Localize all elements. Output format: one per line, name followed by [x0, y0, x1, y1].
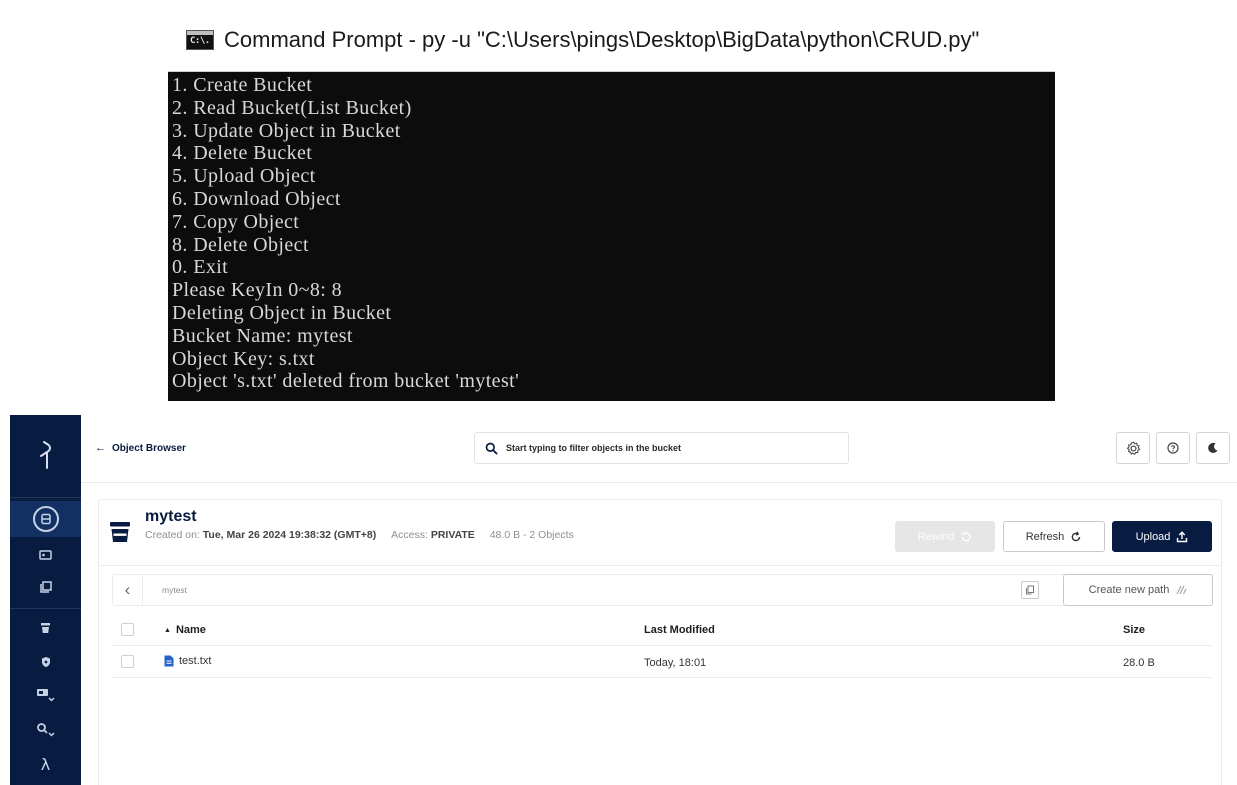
sort-ascending-icon: ▲ [164, 627, 171, 634]
command-prompt-window: C:\. Command Prompt - py -u "C:\Users\pi… [168, 9, 1055, 401]
created-value: Tue, Mar 26 2024 19:38:32 (GMT+8) [202, 529, 377, 541]
object-last-modified: Today, 18:01 [644, 657, 707, 669]
bucket-icon [110, 522, 130, 542]
table-row[interactable]: test.txt Today, 18:01 28.0 B [112, 646, 1212, 678]
path-back-button[interactable]: ‹ [113, 575, 143, 605]
console-line: 4. Delete Bucket [172, 142, 313, 165]
sidebar-item-identity[interactable] [10, 677, 81, 713]
rewind-button[interactable]: Rewind [895, 521, 995, 552]
sidebar-divider [10, 608, 81, 609]
created-label: Created on: [145, 529, 200, 541]
bucket-header: mytest Created on: Tue, Mar 26 2024 19:3… [99, 500, 1221, 566]
bucket-panel: mytest Created on: Tue, Mar 26 2024 19:3… [98, 499, 1222, 785]
object-size: 28.0 B [1123, 657, 1155, 669]
lambda-icon: λ [40, 754, 51, 774]
table-header-row: ▲ Name Last Modified Size [112, 614, 1212, 646]
cmd-icon-label: C:\. [190, 36, 210, 46]
console-line: Deleting Object in Bucket [172, 301, 392, 324]
object-name-cell[interactable]: test.txt [164, 655, 211, 667]
console-line: 5. Upload Object [172, 165, 316, 188]
access-label: Access: [391, 529, 428, 541]
rewind-label: Rewind [917, 530, 955, 543]
current-path: mytest [162, 585, 188, 595]
cmd-titlebar[interactable]: C:\. Command Prompt - py -u "C:\Users\pi… [168, 9, 1055, 72]
create-new-path-button[interactable]: Create new path [1063, 574, 1213, 606]
settings-button[interactable] [1116, 432, 1150, 464]
console-line: 2. Read Bucket(List Bucket) [172, 96, 412, 119]
select-all-checkbox[interactable] [121, 623, 134, 636]
top-bar: ← Object Browser [81, 415, 1237, 483]
upload-label: Upload [1135, 530, 1171, 543]
sidebar-item-monitoring[interactable] [10, 712, 81, 748]
console-line: 7. Copy Object [172, 210, 300, 233]
console-line: Please KeyIn 0~8: 8 [172, 279, 343, 302]
app-logo-icon[interactable] [10, 415, 81, 497]
object-browser-back-link[interactable]: ← Object Browser [95, 442, 186, 454]
upload-button[interactable]: Upload [1112, 521, 1212, 552]
sidebar-item-buckets[interactable] [10, 501, 81, 537]
console-line: 0. Exit [172, 256, 229, 279]
objects-table: ▲ Name Last Modified Size test.txt Today,… [112, 614, 1212, 678]
back-link-label: Object Browser [112, 442, 186, 454]
console-line: Bucket Name: mytest [172, 324, 353, 347]
bucket-circle-icon [32, 506, 59, 532]
refresh-button[interactable]: Refresh [1003, 521, 1105, 552]
column-header-last-modified[interactable]: Last Modified [644, 624, 715, 636]
shield-icon [41, 657, 50, 667]
sidebar-item-administrator-buckets[interactable] [10, 610, 81, 646]
bucket-summary: 48.0 B - 2 Objects [489, 529, 574, 541]
access-value: PRIVATE [430, 529, 475, 541]
sidebar-divider [10, 497, 81, 498]
path-bar: ‹ mytest Create new path [112, 574, 1213, 606]
sidebar-item-access-keys[interactable] [10, 537, 81, 573]
help-button[interactable] [1156, 432, 1190, 464]
refresh-label: Refresh [1025, 530, 1065, 543]
upload-icon [1177, 530, 1188, 542]
sidebar-item-documentation[interactable] [10, 569, 81, 605]
text-file-icon [164, 655, 174, 667]
object-filter-search[interactable] [474, 432, 849, 464]
sidebar-item-policies[interactable] [10, 644, 81, 680]
console-line: Object Key: s.txt [172, 347, 315, 370]
refresh-icon [1071, 530, 1081, 541]
search-icon [485, 442, 498, 455]
create-new-path-label: Create new path [1088, 584, 1170, 596]
console-line: Object 's.txt' deleted from bucket 'myte… [172, 370, 520, 393]
column-header-size[interactable]: Size [1123, 624, 1145, 636]
name-header-label: Name [175, 624, 206, 636]
bucket-icon [41, 623, 50, 633]
cmd-window-title: Command Prompt - py -u "C:\Users\pings\D… [224, 27, 980, 52]
copy-icon [1026, 585, 1034, 595]
documents-icon [39, 581, 52, 593]
console-line: 6. Download Object [172, 187, 341, 210]
row-checkbox[interactable] [121, 655, 134, 668]
sidebar-item-events[interactable]: λ [10, 746, 81, 782]
new-path-icon [1176, 585, 1187, 595]
sidebar: λ [10, 415, 81, 785]
bucket-metadata: Created on: Tue, Mar 26 2024 19:38:32 (G… [145, 529, 574, 541]
id-card-expand-icon [36, 689, 55, 702]
console-line: 3. Update Object in Bucket [172, 119, 401, 142]
column-header-name[interactable]: ▲ Name [164, 624, 206, 636]
cmd-console-output[interactable]: 1. Create Bucket 2. Read Bucket(List Buc… [170, 72, 1053, 393]
help-circle-icon [1167, 442, 1179, 454]
search-expand-icon [36, 723, 55, 737]
back-arrow-icon: ← [95, 442, 106, 454]
search-input[interactable] [506, 443, 848, 453]
chevron-left-icon: ‹ [124, 580, 131, 599]
moon-icon [1208, 442, 1218, 453]
bucket-name: mytest [145, 508, 197, 525]
gear-icon [1126, 441, 1140, 455]
copy-path-button[interactable] [1021, 581, 1039, 599]
object-browser-app: λ ← Object Browser mytest [0, 415, 1237, 785]
cmd-app-icon: C:\. [186, 30, 214, 50]
object-name: test.txt [179, 655, 212, 667]
console-line: 1. Create Bucket [172, 74, 313, 96]
console-line: 8. Delete Object [172, 233, 309, 256]
rewind-history-icon [962, 531, 972, 541]
dark-mode-toggle[interactable] [1196, 432, 1230, 464]
key-card-icon [39, 550, 52, 560]
